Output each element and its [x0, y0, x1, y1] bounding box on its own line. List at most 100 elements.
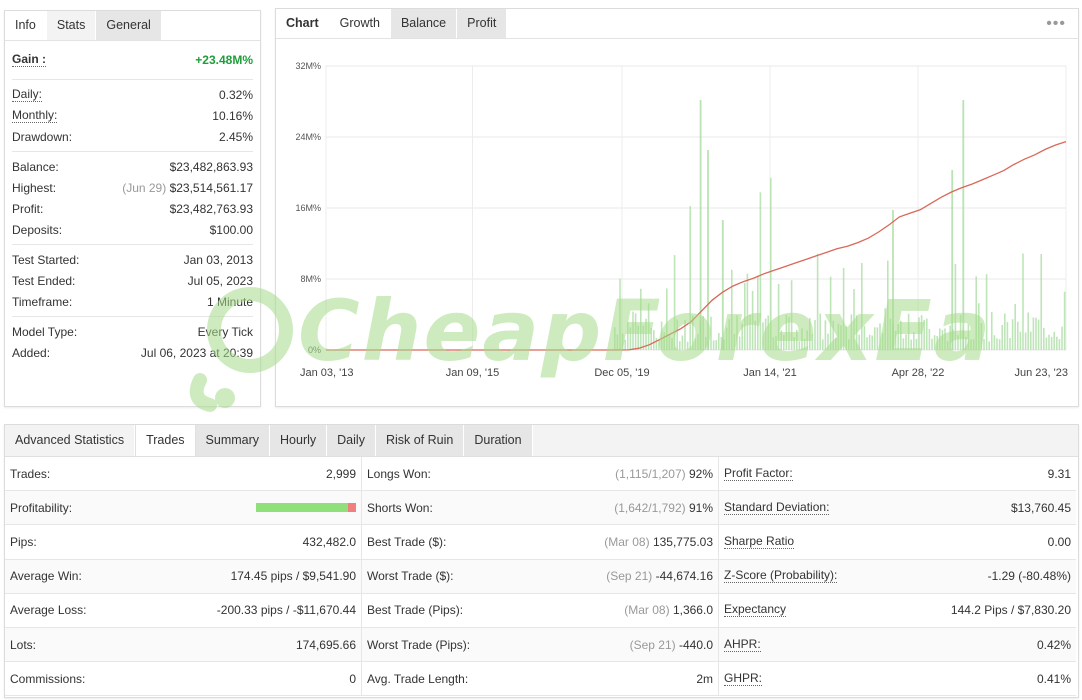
volume-bar: [811, 333, 814, 350]
volume-bar: [998, 339, 1001, 350]
stats-value: 0: [349, 672, 356, 686]
tab-balance[interactable]: Balance: [390, 9, 458, 38]
monthly-label[interactable]: Monthly:: [12, 108, 58, 123]
stats-value-text: 91%: [688, 500, 713, 515]
stats-label[interactable]: Z-Score (Probability):: [724, 569, 838, 584]
volume-bar: [1030, 331, 1032, 350]
stats-value-text: 144.2 Pips / $7,830.20: [950, 603, 1071, 618]
volume-bar: [975, 276, 977, 350]
added-label: Added:: [12, 345, 51, 360]
daily-label[interactable]: Daily:: [12, 87, 43, 102]
volume-bar: [1056, 336, 1058, 350]
tab-growth[interactable]: Growth: [329, 9, 391, 38]
volume-bar: [1058, 339, 1061, 350]
volume-bar: [951, 170, 954, 350]
volume-bar: [850, 314, 853, 350]
tab-trades[interactable]: Trades: [135, 425, 196, 456]
volume-bar: [702, 315, 704, 350]
volume-bar: [965, 336, 967, 350]
test-ended-label: Test Ended:: [12, 273, 76, 288]
volume-bar: [837, 323, 840, 350]
stats-label[interactable]: Standard Deviation:: [724, 500, 830, 515]
stats-value-text: 135,775.03: [652, 534, 713, 549]
stats-label: Pips:: [10, 534, 37, 549]
y-tick-label: 8M%: [300, 274, 321, 284]
deposits-row: Deposits: $100.00: [12, 219, 253, 240]
volume-bar: [790, 280, 793, 350]
volume-bar: [827, 333, 829, 350]
volume-bar: [889, 318, 892, 350]
balance-label: Balance:: [12, 159, 59, 174]
y-tick-label: 24M%: [295, 132, 321, 142]
volume-bar: [1040, 253, 1042, 350]
stats-label: Average Loss:: [10, 603, 87, 618]
volume-bar: [941, 330, 944, 350]
volume-bar: [985, 274, 988, 350]
volume-bar: [1063, 291, 1066, 350]
volume-bar: [874, 327, 876, 350]
stats-value: 174.45 pips / $9,541.90: [231, 569, 356, 583]
tab-hourly[interactable]: Hourly: [270, 425, 328, 456]
volume-bar: [741, 323, 743, 350]
tab-profit[interactable]: Profit: [457, 9, 508, 38]
stats-label[interactable]: Expectancy: [724, 603, 787, 618]
stats-label[interactable]: AHPR:: [724, 637, 761, 652]
tab-summary[interactable]: Summary: [195, 425, 271, 456]
stats-value-text: 0.41%: [1036, 671, 1071, 686]
stats-label[interactable]: GHPR:: [724, 671, 763, 686]
volume-bar: [759, 192, 762, 350]
volume-bar: [926, 318, 928, 350]
volume-bar: [681, 335, 684, 350]
volume-bar: [897, 324, 899, 350]
volume-bar: [824, 320, 827, 350]
x-tick-label: Dec 05, '19: [594, 367, 649, 379]
volume-bar: [814, 320, 816, 350]
volume-bar: [868, 334, 871, 350]
timeframe-value: 1 Minute: [206, 294, 253, 309]
balance-row: Balance: $23,482,863.93: [12, 156, 253, 177]
stats-label[interactable]: Sharpe Ratio: [724, 534, 795, 549]
stats-value-text: 0: [349, 671, 356, 686]
tab-stats[interactable]: Stats: [46, 11, 97, 40]
volume-bar: [738, 336, 741, 350]
volume-bar: [1014, 303, 1016, 350]
volume-bar: [634, 313, 637, 350]
stats-cell: Z-Score (Probability): -1.29 (-80.48%): [719, 559, 1076, 594]
tab-info[interactable]: Info: [5, 11, 47, 40]
volume-bar: [712, 340, 715, 350]
stats-cell: Standard Deviation: $13,760.45: [719, 491, 1076, 526]
stats-label[interactable]: Profit Factor:: [724, 466, 793, 481]
highest-label: Highest:: [12, 180, 57, 195]
drawdown-value: 2.45%: [218, 129, 253, 144]
stats-cell: Pips: 432,482.0: [5, 525, 362, 560]
stats-cell: Average Win: 174.45 pips / $9,541.90: [5, 559, 362, 594]
tab-daily[interactable]: Daily: [327, 425, 376, 456]
tab-general[interactable]: General: [96, 11, 162, 40]
tab-advanced-statistics[interactable]: Advanced Statistics: [5, 425, 136, 456]
model-type-value: Every Tick: [197, 324, 253, 339]
volume-bar: [894, 330, 897, 350]
volume-bar: [957, 335, 959, 350]
stats-note: (1,642/1,792): [614, 500, 686, 515]
volume-bar: [1043, 327, 1045, 350]
test-started-label: Test Started:: [12, 252, 80, 267]
stats-value: (Sep 21) -440.0: [630, 638, 713, 652]
stats-label: Profitability:: [10, 500, 73, 515]
stats-value: (Mar 08) 135,775.03: [604, 535, 713, 549]
chart-tabs: Chart Growth Balance Profit: [276, 9, 1078, 39]
stats-cell: Longs Won: (1,115/1,207) 92%: [362, 457, 719, 492]
volume-bar: [842, 267, 845, 350]
more-menu-icon[interactable]: •••: [1046, 15, 1066, 33]
stats-value: 432,482.0: [303, 535, 356, 549]
stats-value: 0.42%: [1037, 638, 1071, 652]
stats-value: (Sep 21) -44,674.16: [606, 569, 713, 583]
volume-bar: [721, 220, 724, 350]
volume-bar: [944, 328, 946, 350]
tab-risk-of-ruin[interactable]: Risk of Ruin: [375, 425, 465, 456]
gain-label[interactable]: Gain :: [12, 53, 47, 67]
volume-bar: [629, 327, 632, 350]
volume-bar: [855, 315, 858, 350]
tab-duration[interactable]: Duration: [464, 425, 533, 456]
volume-bar: [710, 316, 712, 350]
tab-chart[interactable]: Chart: [276, 9, 330, 38]
